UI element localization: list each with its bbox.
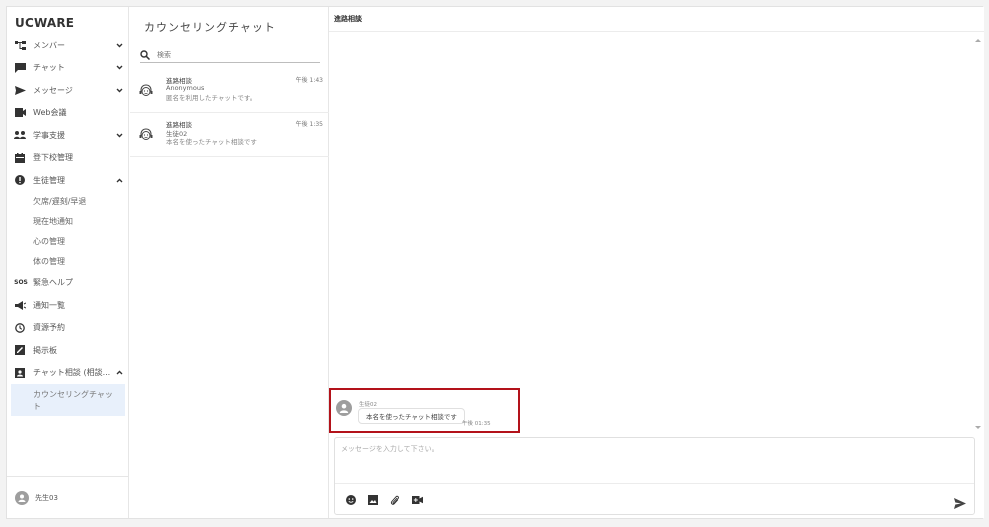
- board-icon: [14, 344, 26, 356]
- user-name: 先生03: [35, 493, 58, 502]
- sidebar-item-label: 学事支援: [33, 130, 65, 140]
- clock-icon: [14, 322, 26, 334]
- divider: [335, 483, 974, 484]
- chevron-down-icon[interactable]: [115, 41, 123, 49]
- scroll-up-arrow-icon[interactable]: [975, 39, 981, 42]
- org-chart-icon: [14, 39, 26, 51]
- sidebar-item-label: 登下校管理: [33, 153, 73, 163]
- sidebar-subitem-absence[interactable]: 欠席/遅刻/早退: [7, 192, 129, 212]
- sidebar-item-label: チャット: [33, 63, 65, 73]
- thread-preview: 匿名を利用したチャットです。: [166, 94, 257, 102]
- thread-preview: 本名を使ったチャット相談です: [166, 138, 257, 146]
- search-bar: [140, 47, 320, 63]
- sidebar-item-chat[interactable]: チャット: [7, 57, 129, 80]
- sidebar-item-label: 緊急ヘルプ: [33, 278, 73, 288]
- send-icon: [14, 84, 26, 96]
- group-icon: [14, 129, 26, 141]
- sidebar-item-message[interactable]: メッセージ: [7, 79, 129, 102]
- brand-logo: UCWARE: [15, 16, 75, 30]
- sos-icon: SOS: [14, 279, 28, 287]
- sidebar-item-emergency-help[interactable]: SOS 緊急ヘルプ: [7, 272, 129, 295]
- highlight-annotation: [329, 388, 520, 433]
- user-profile[interactable]: 先生03: [7, 476, 129, 518]
- sidebar-item-label: 資源予約: [33, 323, 65, 333]
- megaphone-icon: [14, 299, 26, 311]
- sidebar-item-label: Web会議: [33, 108, 67, 118]
- image-icon[interactable]: [367, 494, 379, 506]
- thread-sender: Anonymous: [166, 84, 205, 92]
- thread-time: 午後 1:43: [295, 77, 323, 84]
- search-input[interactable]: [157, 50, 307, 59]
- chevron-up-icon[interactable]: [115, 176, 123, 184]
- sidebar-item-resource-booking[interactable]: 資源予約: [7, 317, 129, 340]
- sidebar-item-web-meeting[interactable]: Web会議: [7, 102, 129, 125]
- message-input[interactable]: メッセージを入力して下さい。: [341, 444, 439, 454]
- compose-box[interactable]: メッセージを入力して下さい。: [334, 437, 975, 515]
- chat-title: 進路相談: [334, 15, 362, 23]
- thread-time: 午後 1:35: [295, 121, 323, 128]
- scroll-down-arrow-icon[interactable]: [975, 426, 981, 429]
- emoji-icon[interactable]: [345, 494, 357, 506]
- counselor-face-icon: [138, 127, 154, 143]
- app-window: UCWARE メンバー チャット メッセージ Web会議 学事支援 登下校管理 …: [6, 6, 984, 519]
- sidebar-item-chat-consultation[interactable]: チャット相談 (相談...: [7, 362, 129, 385]
- sidebar-item-bulletin-board[interactable]: 掲示板: [7, 339, 129, 362]
- sidebar: UCWARE メンバー チャット メッセージ Web会議 学事支援 登下校管理 …: [7, 7, 129, 518]
- sidebar-item-label: チャット相談 (相談...: [33, 368, 111, 378]
- search-icon: [140, 49, 152, 61]
- consult-icon: [14, 367, 26, 379]
- calendar-icon: [14, 152, 26, 164]
- thread-item[interactable]: 進路相談 午後 1:35 生徒02 本名を使ったチャット相談です: [130, 113, 329, 157]
- thread-item[interactable]: 進路相談 午後 1:43 Anonymous 匿名を利用したチャットです。: [130, 69, 329, 113]
- chevron-up-icon[interactable]: [115, 369, 123, 377]
- avatar: [15, 490, 29, 505]
- sidebar-subitem-body[interactable]: 体の管理: [7, 252, 129, 272]
- send-icon[interactable]: [954, 494, 966, 509]
- sidebar-item-label: 通知一覧: [33, 300, 65, 310]
- sidebar-nav: メンバー チャット メッセージ Web会議 学事支援 登下校管理 生徒管理 欠席…: [7, 34, 129, 416]
- divider: [329, 31, 984, 32]
- sidebar-item-label: メンバー: [33, 40, 65, 50]
- chevron-down-icon[interactable]: [115, 86, 123, 94]
- attach-icon[interactable]: [389, 494, 401, 506]
- sidebar-item-counseling-chat[interactable]: カウンセリングチャット: [11, 384, 125, 416]
- compose-toolbar: [345, 494, 423, 506]
- sidebar-item-members[interactable]: メンバー: [7, 34, 129, 57]
- sidebar-item-student-management[interactable]: 生徒管理: [7, 169, 129, 192]
- sidebar-subitem-mind[interactable]: 心の管理: [7, 232, 129, 252]
- sidebar-item-notifications[interactable]: 通知一覧: [7, 294, 129, 317]
- sidebar-item-label: メッセージ: [33, 85, 73, 95]
- chat-panel: 進路相談 生徒02 本名を使ったチャット相談です 午後 01:35 メッセージを…: [329, 7, 984, 518]
- chevron-down-icon[interactable]: [115, 131, 123, 139]
- video-icon: [14, 107, 26, 119]
- thread-list-panel: カウンセリングチャット 進路相談 午後 1:43 Anonymous 匿名を利用…: [130, 7, 329, 518]
- sidebar-item-label: 掲示板: [33, 345, 57, 355]
- alert-icon: [14, 174, 26, 186]
- sidebar-item-label: カウンセリングチャット: [33, 390, 113, 411]
- video-icon[interactable]: [411, 494, 423, 506]
- sidebar-item-label: 生徒管理: [33, 175, 65, 185]
- chat-icon: [14, 62, 26, 74]
- sidebar-subitem-location[interactable]: 現在地通知: [7, 212, 129, 232]
- counselor-face-icon: [138, 83, 154, 99]
- scrollbar[interactable]: [974, 35, 982, 429]
- chevron-down-icon[interactable]: [115, 64, 123, 72]
- sidebar-item-attendance[interactable]: 登下校管理: [7, 147, 129, 170]
- sidebar-item-academic-support[interactable]: 学事支援: [7, 124, 129, 147]
- panel-title: カウンセリングチャット: [144, 21, 276, 34]
